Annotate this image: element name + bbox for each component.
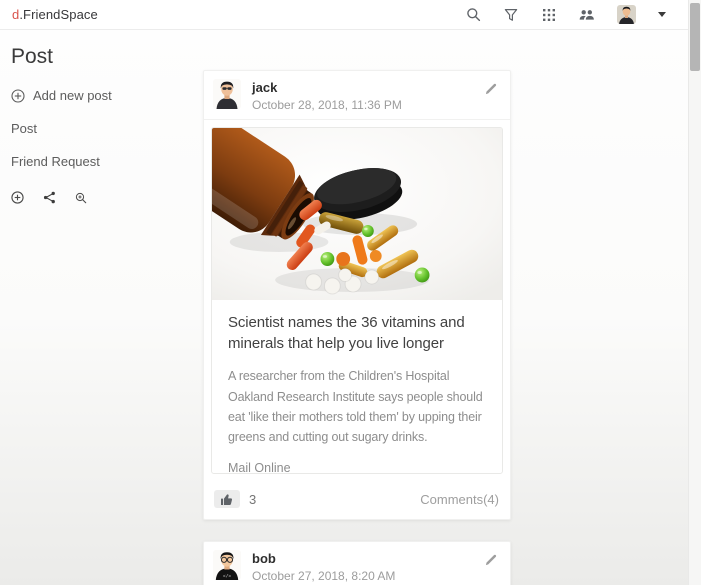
link-preview-card[interactable]: Scientist names the 36 vitamins and mine…	[211, 127, 503, 474]
preview-source: Mail Online	[228, 461, 291, 474]
author-avatar-jack	[213, 79, 241, 109]
edit-post-icon[interactable]	[483, 550, 500, 569]
sidebar-item-friend-request-label: Friend Request	[11, 154, 100, 169]
preview-body: Scientist names the 36 vitamins and mine…	[212, 300, 502, 474]
post-timestamp: October 27, 2018, 8:20 AM	[252, 569, 396, 583]
page-scrollbar-track[interactable]	[688, 0, 701, 585]
search-icon[interactable]	[465, 7, 481, 23]
top-bar: d.FriendSpace	[0, 0, 688, 30]
page-scrollbar-thumb[interactable]	[690, 3, 700, 71]
edit-post-icon[interactable]	[483, 79, 500, 98]
post-header: jack October 28, 2018, 11:36 PM	[204, 71, 510, 120]
sidebar-item-post[interactable]: Post	[11, 121, 196, 136]
add-new-post-button[interactable]: Add new post	[11, 88, 196, 103]
preview-headline: Scientist names the 36 vitamins and mine…	[228, 314, 465, 352]
sidebar-action-icons	[11, 191, 196, 204]
filter-icon[interactable]	[503, 7, 519, 23]
sidebar-item-post-label: Post	[11, 121, 38, 136]
sidebar-item-friend-request[interactable]: Friend Request	[11, 154, 196, 169]
author-avatar-bob: </>	[213, 550, 241, 580]
avatar-code-badge: </>	[223, 573, 232, 579]
share-icon[interactable]	[43, 191, 56, 204]
post-card-jack: jack October 28, 2018, 11:36 PM Scientis…	[203, 70, 511, 520]
add-new-post-label: Add new post	[33, 88, 112, 103]
account-caret-icon[interactable]	[658, 12, 666, 17]
page-title: Post	[11, 45, 54, 68]
preview-description: A researcher from the Children's Hospita…	[228, 369, 483, 445]
post-author: bob	[252, 551, 276, 566]
add-circle-icon[interactable]	[11, 191, 24, 204]
post-image-vitamins	[212, 128, 502, 300]
comments-link[interactable]: Comments(4)	[420, 492, 499, 507]
apps-grid-icon[interactable]	[541, 7, 557, 23]
post-author: jack	[252, 80, 278, 95]
logo-text: .FriendSpace	[19, 7, 98, 22]
post-footer: 3 Comments(4)	[204, 481, 510, 519]
post-timestamp: October 28, 2018, 11:36 PM	[252, 98, 402, 112]
like-count: 3	[249, 491, 257, 507]
plus-circle-icon	[11, 88, 25, 103]
sidebar: Post Add new post Post Friend Request	[0, 30, 196, 204]
like-button[interactable]	[214, 490, 240, 508]
people-icon[interactable]	[579, 7, 595, 23]
feed-column: jack October 28, 2018, 11:36 PM Scientis…	[203, 30, 511, 585]
post-header: </> bob October 27, 2018, 8:20 AM	[204, 542, 510, 585]
zoom-in-icon[interactable]	[75, 192, 87, 204]
app-logo[interactable]: d.FriendSpace	[12, 7, 98, 22]
user-avatar[interactable]	[617, 5, 636, 24]
post-card-bob: </> bob October 27, 2018, 8:20 AM	[203, 541, 511, 585]
